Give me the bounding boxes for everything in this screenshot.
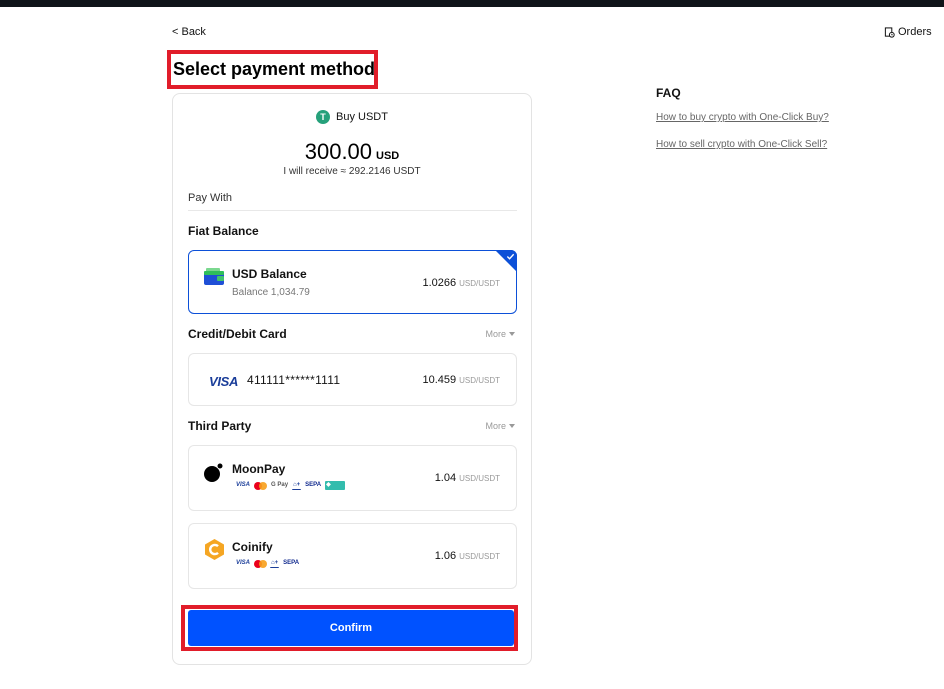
moonpay-payment-logos: VISA G Pay ⌂+ SEPA ◆ (235, 481, 346, 490)
visa-logo: VISA (209, 374, 239, 389)
rate-unit: USD/USDT (459, 474, 500, 483)
moonpay-option[interactable]: MoonPay VISA G Pay ⌂+ SEPA ◆ 1.04 USD/US… (188, 445, 517, 511)
coinify-icon (205, 539, 224, 560)
pay-with-label: Pay With (188, 192, 233, 204)
faq-title: FAQ (656, 86, 681, 100)
chevron-down-icon (509, 332, 515, 336)
orders-icon (884, 26, 895, 38)
page-title: Select payment method (173, 59, 376, 79)
third-party-more-toggle[interactable]: More (485, 421, 515, 431)
visa-card-rate: 10.459 USD/USDT (422, 374, 500, 386)
orders-link[interactable]: Orders (884, 26, 932, 38)
confirm-button[interactable]: Confirm (188, 610, 514, 646)
sepa-logo: SEPA (305, 482, 322, 488)
usd-balance-amount: Balance 1,034.79 (232, 287, 310, 298)
faq-link-buy[interactable]: How to buy crypto with One-Click Buy? (656, 112, 829, 123)
usd-balance-option[interactable]: USD Balance Balance 1,034.79 1.0266 USD/… (188, 250, 517, 314)
mastercard-logo (254, 481, 268, 490)
chevron-down-icon (509, 424, 515, 428)
payment-card: T Buy USDT 300.00 USD I will receive ≈ 2… (172, 93, 532, 665)
rate-value: 1.06 (434, 550, 457, 562)
pix-logo: ◆ (325, 481, 346, 490)
coinify-payment-logos: VISA ⌂+ SEPA (235, 559, 300, 568)
amount-row: 300.00 USD (173, 139, 531, 165)
amount-value: 300.00 (304, 139, 373, 164)
bank-transfer-logo: ⌂+ (292, 482, 302, 490)
third-party-more-label: More (485, 421, 506, 431)
top-bar (0, 0, 944, 7)
orders-label: Orders (898, 26, 932, 38)
faq-link-sell[interactable]: How to sell crypto with One-Click Sell? (656, 139, 827, 150)
moonpay-rate: 1.04 USD/USDT (435, 472, 500, 484)
rate-unit: USD/USDT (459, 279, 500, 288)
card-more-toggle[interactable]: More (485, 329, 515, 339)
usd-balance-name: USD Balance (232, 267, 307, 281)
mastercard-logo (254, 559, 268, 568)
visa-card-option[interactable]: VISA 411111******1111 10.459 USD/USDT (188, 353, 517, 406)
receive-text: I will receive ≈ 292.2146 USDT (283, 166, 421, 177)
coinify-rate: 1.06 USD/USDT (435, 550, 500, 562)
fiat-section-title: Fiat Balance (188, 224, 259, 238)
rate-value: 1.04 (434, 472, 457, 484)
visa-logo: VISA (236, 560, 251, 566)
card-number: 411111******1111 (247, 373, 341, 387)
moonpay-name: MoonPay (232, 462, 286, 476)
buy-row: T Buy USDT (173, 110, 531, 124)
buy-label: Buy USDT (336, 111, 388, 123)
card-section-title: Credit/Debit Card (188, 327, 287, 341)
tether-icon: T (316, 110, 331, 124)
visa-logo: VISA (236, 482, 251, 488)
divider (188, 210, 517, 211)
coinify-name: Coinify (232, 540, 273, 554)
wallet-icon (204, 268, 224, 285)
third-party-section-title: Third Party (188, 419, 252, 433)
rate-unit: USD/USDT (459, 552, 500, 561)
google-pay-logo: G Pay (271, 482, 289, 488)
rate-value: 1.0266 (422, 277, 457, 289)
bank-transfer-logo: ⌂+ (270, 560, 280, 568)
back-link[interactable]: < Back (172, 26, 206, 38)
selected-check-icon (495, 250, 517, 272)
rate-value: 10.459 (422, 374, 457, 386)
sepa-logo: SEPA (283, 560, 300, 566)
amount-currency: USD (376, 150, 400, 162)
usd-balance-rate: 1.0266 USD/USDT (422, 277, 500, 289)
rate-unit: USD/USDT (459, 376, 500, 385)
coinify-option[interactable]: Coinify VISA ⌂+ SEPA 1.06 USD/USDT (188, 523, 517, 589)
moonpay-icon (204, 463, 223, 482)
card-more-label: More (485, 329, 506, 339)
